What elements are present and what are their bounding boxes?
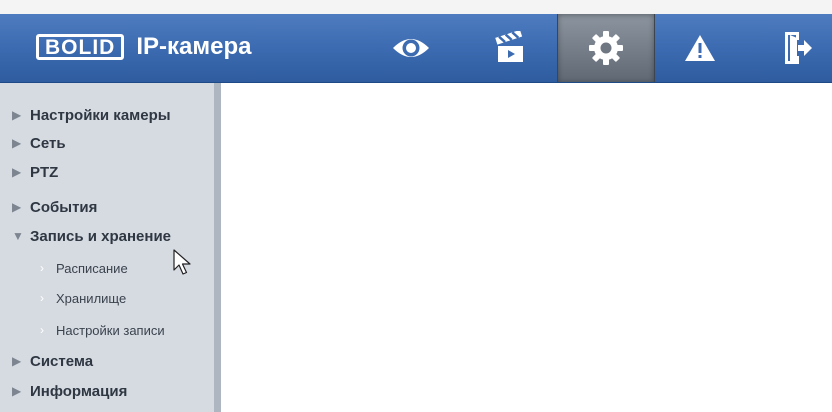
- sidebar-item-label: Информация: [30, 382, 128, 400]
- sidebar-item-label: События: [30, 198, 98, 216]
- sidebar-item-recording-storage[interactable]: ▼ Запись и хранение: [0, 224, 214, 248]
- sidebar-subitem-label: Хранилище: [56, 290, 127, 306]
- sidebar-subitem-storage[interactable]: › Хранилище: [0, 287, 214, 309]
- sidebar-item-label: Запись и хранение: [30, 227, 172, 245]
- nav-playback-button[interactable]: [475, 14, 545, 82]
- top-strip: [0, 0, 832, 14]
- sidebar-item-camera-settings[interactable]: ▶ Настройки камеры: [0, 103, 214, 127]
- sidebar-item-ptz[interactable]: ▶ PTZ: [0, 160, 214, 184]
- sidebar-item-label: PTZ: [30, 163, 59, 181]
- warning-icon: [685, 35, 715, 61]
- collapsed-arrow-icon: ▶: [12, 354, 22, 368]
- sidebar-item-system[interactable]: ▶ Система: [0, 349, 214, 373]
- sidebar-subitem-record-settings[interactable]: › Настройки записи: [0, 319, 214, 341]
- sidebar-subitem-label: Настройки записи: [56, 322, 165, 338]
- sidebar-item-events[interactable]: ▶ События: [0, 195, 214, 219]
- expanded-arrow-icon: ▼: [12, 229, 24, 243]
- logout-icon: [785, 32, 812, 64]
- chevron-right-icon: ›: [40, 323, 44, 337]
- nav-alarm-button[interactable]: [665, 14, 735, 82]
- sidebar-item-network[interactable]: ▶ Сеть: [0, 131, 214, 155]
- chevron-right-icon: ›: [40, 291, 44, 305]
- collapsed-arrow-icon: ▶: [12, 200, 22, 214]
- collapsed-arrow-icon: ▶: [12, 136, 22, 150]
- sidebar-subitem-label: Расписание: [56, 260, 128, 276]
- sidebar-item-label: Система: [30, 352, 94, 370]
- sidebar-divider: [214, 83, 221, 412]
- clapperboard-icon: [495, 31, 523, 62]
- logo-mark: BOLID: [36, 34, 125, 60]
- sidebar-item-label: Настройки камеры: [30, 106, 171, 124]
- collapsed-arrow-icon: ▶: [12, 165, 22, 179]
- header-bar: BOLID IP-камера: [0, 14, 832, 83]
- mouse-pointer-icon: [173, 249, 191, 275]
- sidebar-item-label: Сеть: [30, 134, 66, 152]
- eye-icon: [393, 39, 429, 57]
- sidebar-item-information[interactable]: ▶ Информация: [0, 379, 214, 403]
- nav-logout-button[interactable]: [762, 14, 832, 82]
- collapsed-arrow-icon: ▶: [12, 108, 22, 122]
- main-content-area: [221, 83, 832, 412]
- collapsed-arrow-icon: ▶: [12, 384, 22, 398]
- brand-logo: BOLID IP-камера: [36, 34, 251, 60]
- nav-live-view-button[interactable]: [376, 14, 446, 82]
- product-title: IP-камера: [136, 33, 252, 60]
- gear-icon: [589, 31, 623, 65]
- chevron-right-icon: ›: [40, 261, 44, 275]
- nav-settings-button[interactable]: [557, 14, 655, 82]
